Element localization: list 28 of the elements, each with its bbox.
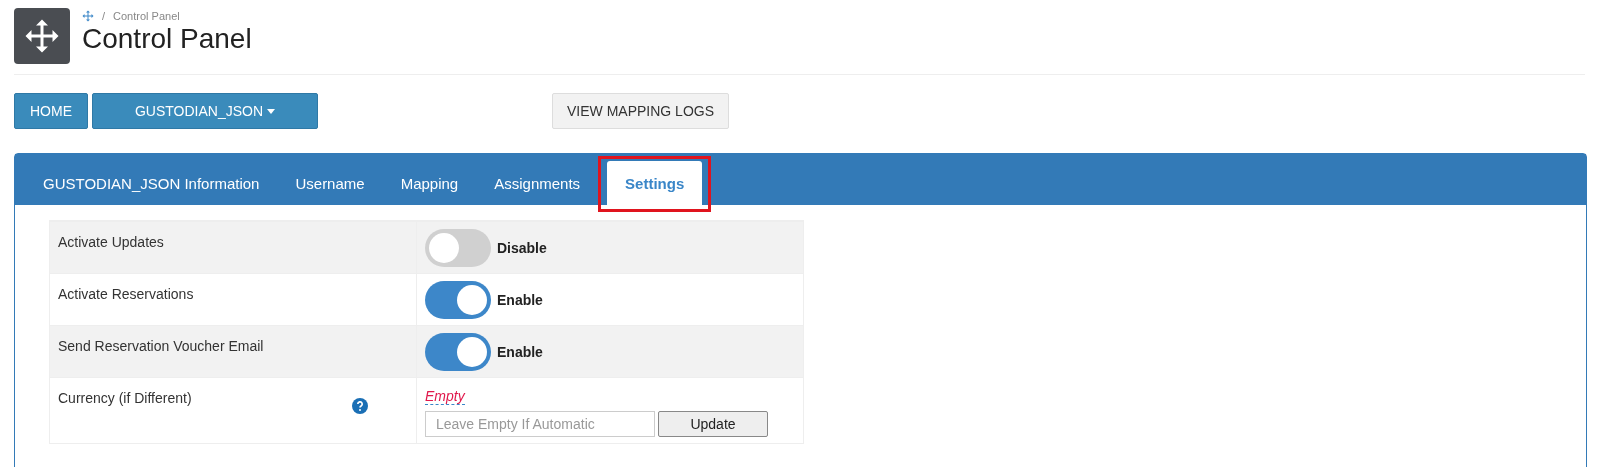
toggle-state: Enable — [497, 291, 543, 308]
help-icon[interactable] — [352, 398, 368, 414]
toggle-state: Disable — [497, 239, 547, 256]
breadcrumb-separator: / — [102, 10, 106, 22]
move-logo-icon — [14, 8, 70, 64]
home-button[interactable]: HOME — [14, 93, 88, 129]
setting-label: Activate Updates — [58, 234, 164, 250]
dropdown-button[interactable]: GUSTODIAN_JSON — [92, 93, 318, 129]
setting-label: Send Reservation Voucher Email — [58, 338, 264, 354]
setting-label: Activate Reservations — [58, 286, 194, 302]
toggle-switch[interactable] — [425, 228, 491, 267]
tab[interactable]: Assignments — [476, 161, 599, 205]
setting-label: Currency (if Different) — [58, 390, 192, 406]
tab[interactable]: Settings — [607, 161, 703, 205]
tab[interactable]: GUSTODIAN_JSON Information — [25, 161, 278, 205]
toggle-switch[interactable] — [425, 280, 491, 319]
page-title: Control Panel — [82, 22, 252, 56]
currency-input[interactable]: Leave Empty If Automatic — [425, 411, 655, 437]
tab[interactable]: Username — [277, 161, 383, 205]
update-button[interactable]: Update — [658, 411, 768, 437]
view-logs-button[interactable]: VIEW MAPPING LOGS — [552, 93, 730, 129]
toggle-switch[interactable] — [425, 332, 491, 371]
caret-icon — [267, 108, 276, 114]
editable-value-link[interactable]: Empty — [425, 388, 465, 405]
move-icon — [82, 10, 94, 22]
tab[interactable]: Mapping — [382, 161, 477, 205]
toggle-state: Enable — [497, 343, 543, 360]
breadcrumb-current: Control Panel — [113, 10, 180, 22]
